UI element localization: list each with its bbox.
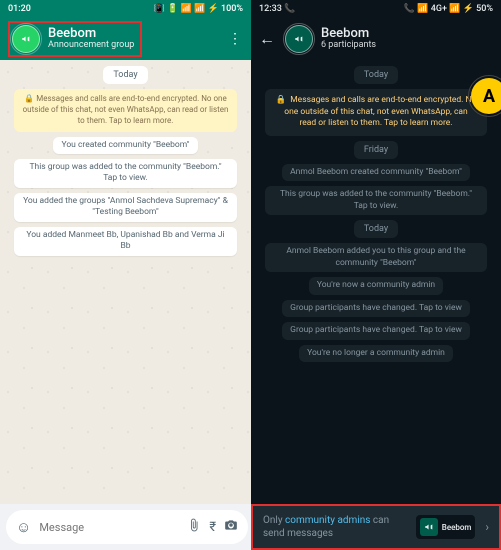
chat-header[interactable]: ← Beebom 6 participants — [251, 18, 501, 60]
chat-title: Beebom — [48, 27, 134, 41]
emoji-icon[interactable]: ☺ — [16, 518, 31, 536]
chat-body: A Today 🔒 Messages and calls are end-to-e… — [251, 60, 501, 504]
input-bar: ☺ ₹ — [0, 504, 251, 550]
system-message[interactable]: This group was added to the community "B… — [265, 186, 487, 215]
attach-icon[interactable] — [187, 518, 201, 536]
message-field-container[interactable]: ☺ ₹ — [6, 510, 248, 544]
system-message: You created community "Beebom" — [53, 137, 197, 154]
message-input[interactable] — [39, 521, 179, 534]
status-bar: 12:33 📞 📞 📶 4G+ 📶 ⚡ 50% — [251, 0, 501, 18]
more-options-icon[interactable]: ⋮ — [227, 31, 243, 47]
chat-header[interactable]: Beebom Announcement group ⋮ — [0, 18, 251, 60]
system-message: Anmol Beebom added you to this group and… — [265, 243, 487, 272]
chat-title: Beebom — [321, 27, 493, 41]
system-message[interactable]: Group participants have changed. Tap to … — [282, 322, 470, 339]
group-avatar[interactable] — [12, 25, 40, 53]
lock-icon: 🔒 — [24, 94, 34, 103]
back-icon[interactable]: ← — [259, 29, 277, 49]
system-message: Anmol Beebom created community "Beebom" — [282, 164, 470, 181]
megaphone-icon — [20, 34, 32, 44]
system-message: You added Manmeet Bb, Upanishad Bb and V… — [14, 227, 237, 256]
participant-avatar[interactable]: A — [471, 78, 501, 114]
chat-subtitle: 6 participants — [321, 41, 493, 51]
status-time: 01:20 — [8, 4, 31, 14]
system-message: You're now a community admin — [309, 277, 443, 294]
date-separator: Today — [103, 66, 147, 84]
encryption-notice[interactable]: 🔒Messages and calls are end-to-end encry… — [14, 89, 237, 131]
date-separator: Friday — [354, 141, 398, 159]
community-card-label: Beebom — [442, 523, 472, 532]
date-separator: Today — [354, 66, 398, 84]
camera-icon[interactable] — [224, 518, 238, 536]
system-message[interactable]: This group was added to the community "B… — [14, 159, 237, 188]
status-time: 12:33 📞 — [259, 4, 295, 14]
date-separator: Today — [354, 220, 398, 238]
status-bar: 01:20 📳 🔋 📶 📶 ⚡ 100% — [0, 0, 251, 18]
screenshot-dark: 12:33 📞 📞 📶 4G+ 📶 ⚡ 50% ← Beebom 6 parti… — [251, 0, 501, 550]
admin-only-footer[interactable]: Only community admins can send messages … — [251, 504, 501, 550]
community-admins-link[interactable]: community admins — [285, 515, 370, 526]
admin-only-text: Only community admins can send messages — [263, 514, 406, 540]
chevron-right-icon: › — [485, 520, 489, 534]
megaphone-icon — [420, 518, 438, 536]
chat-body: Today 🔒Messages and calls are end-to-end… — [0, 60, 251, 504]
rupee-icon[interactable]: ₹ — [209, 520, 216, 535]
system-message: You're no longer a community admin — [299, 345, 453, 362]
status-icons: 📞 📶 4G+ 📶 ⚡ 50% — [404, 4, 493, 14]
system-message[interactable]: Group participants have changed. Tap to … — [282, 300, 470, 317]
lock-icon: 🔒 — [276, 95, 287, 105]
community-card[interactable]: Beebom — [416, 515, 476, 539]
group-avatar[interactable] — [285, 25, 313, 53]
system-message: You added the groups "Anmol Sachdeva Sup… — [14, 193, 237, 222]
encryption-notice[interactable]: 🔒 Messages and calls are end-to-end encr… — [265, 89, 487, 135]
chat-subtitle: Announcement group — [48, 41, 134, 51]
screenshot-light: 01:20 📳 🔋 📶 📶 ⚡ 100% Beebom Announcement… — [0, 0, 251, 550]
status-icons: 📳 🔋 📶 📶 ⚡ 100% — [154, 4, 243, 14]
megaphone-icon — [293, 34, 305, 44]
